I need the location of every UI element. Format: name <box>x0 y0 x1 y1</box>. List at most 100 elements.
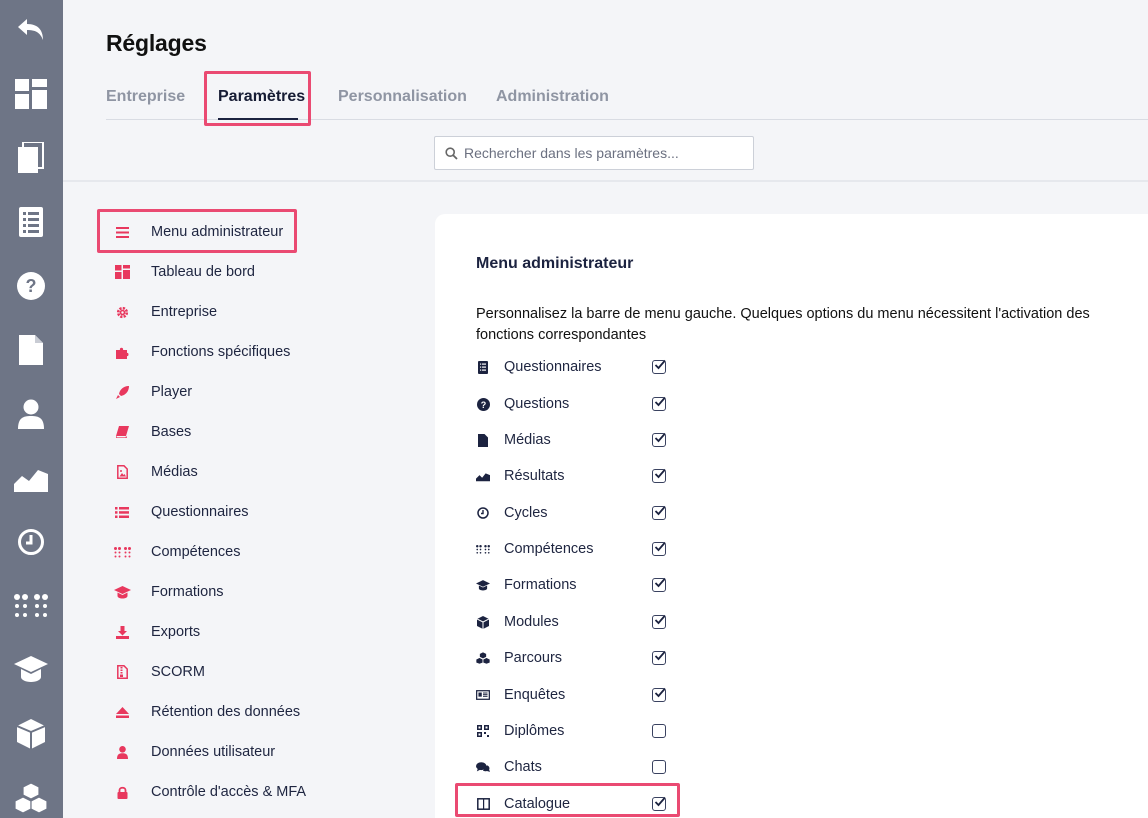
cube-icon[interactable] <box>12 715 50 753</box>
gear-icon <box>111 306 133 319</box>
search-input[interactable] <box>461 145 741 161</box>
option-label: Parcours <box>504 650 563 666</box>
image-file-icon <box>111 465 133 479</box>
dots-grid-icon[interactable] <box>12 587 50 625</box>
page-title: Réglages <box>106 30 207 56</box>
cube-icon <box>476 615 490 629</box>
option-diplomes: Diplômes <box>476 719 671 743</box>
graduation-cap-icon <box>476 579 490 592</box>
lock-icon <box>111 786 133 799</box>
file-icon <box>476 433 490 447</box>
option-label: Cycles <box>504 505 548 521</box>
book-icon <box>111 426 133 438</box>
comments-icon <box>476 761 490 773</box>
list-icon <box>476 360 490 374</box>
list-icon <box>111 506 133 518</box>
active-tab-indicator <box>218 118 298 120</box>
option-checkbox[interactable] <box>652 614 666 629</box>
tab-administration[interactable]: Administration <box>496 88 609 106</box>
panel-description: Personnalisez la barre de menu gauche. Q… <box>476 306 1090 343</box>
sidebar-item-formations[interactable]: Formations <box>111 577 224 607</box>
option-checkbox[interactable] <box>652 724 666 738</box>
sidebar-item-exports[interactable]: Exports <box>111 617 200 647</box>
sidebar-item-label: Rétention des données <box>151 704 301 720</box>
cubes-icon[interactable] <box>12 779 50 817</box>
chart-icon <box>476 470 490 482</box>
list-icon[interactable] <box>12 203 50 241</box>
user-icon[interactable] <box>12 395 50 433</box>
sidebar-item-questionnaires[interactable]: Questionnaires <box>111 497 249 527</box>
option-checkbox[interactable] <box>652 760 666 774</box>
tab-parametres[interactable]: Paramètres <box>218 88 305 106</box>
sidebar-item-medias[interactable]: Médias <box>111 457 198 487</box>
option-questions: ? Questions <box>476 392 671 416</box>
dashboard-icon[interactable] <box>12 75 50 113</box>
option-label: Enquêtes <box>504 687 566 703</box>
option-checkbox[interactable] <box>652 505 666 520</box>
chart-icon[interactable] <box>12 459 50 497</box>
option-label: Diplômes <box>504 723 565 739</box>
option-competences: Compétences <box>476 537 671 561</box>
undo-icon[interactable] <box>12 11 50 49</box>
help-icon: ? <box>476 397 490 411</box>
option-checkbox[interactable] <box>652 687 666 702</box>
help-icon[interactable]: ? <box>12 267 50 305</box>
option-label: Modules <box>504 614 559 630</box>
option-checkbox[interactable] <box>652 432 666 447</box>
option-checkbox[interactable] <box>652 468 666 483</box>
cubes-icon <box>476 651 490 665</box>
sidebar-item-label: Formations <box>151 584 224 600</box>
sidebar-item-label: Questionnaires <box>151 504 249 520</box>
sidebar-item-scorm[interactable]: SCORM <box>111 657 205 687</box>
dots-grid-icon <box>476 544 490 555</box>
sidebar-item-competences[interactable]: Compétences <box>111 537 240 567</box>
tab-personnalisation[interactable]: Personnalisation <box>338 88 467 106</box>
option-checkbox[interactable] <box>652 650 666 665</box>
sidebar-item-bases[interactable]: Bases <box>111 417 191 447</box>
sidebar-item-controle-acces-mfa[interactable]: Contrôle d'accès & MFA <box>111 777 306 807</box>
option-chats: Chats <box>476 755 671 779</box>
option-checkbox[interactable] <box>652 796 666 811</box>
search-icon <box>435 146 461 160</box>
graduation-cap-icon[interactable] <box>12 651 50 689</box>
graduation-cap-icon <box>111 585 133 599</box>
sidebar-item-donnees-utilisateur[interactable]: Données utilisateur <box>111 737 275 767</box>
option-modules: Modules <box>476 610 671 634</box>
clock-icon[interactable] <box>12 523 50 561</box>
eject-icon <box>111 706 133 718</box>
search-field[interactable] <box>434 136 754 170</box>
sidebar-item-label: Compétences <box>151 544 241 560</box>
app-rail: ? <box>0 0 63 818</box>
option-medias: Médias <box>476 428 671 452</box>
sidebar-item-fonctions-specifiques[interactable]: Fonctions spécifiques <box>111 337 290 367</box>
tab-entreprise[interactable]: Entreprise <box>106 88 185 106</box>
sidebar-item-retention-des-donnees[interactable]: Rétention des données <box>111 697 300 727</box>
sidebar-item-menu-administrateur[interactable]: Menu administrateur <box>111 217 283 247</box>
sidebar-item-entreprise[interactable]: Entreprise <box>111 297 217 327</box>
sidebar-item-label: Contrôle d'accès & MFA <box>151 784 307 800</box>
option-checkbox[interactable] <box>652 577 666 592</box>
option-label: Résultats <box>504 468 565 484</box>
file-icon[interactable] <box>12 331 50 369</box>
user-icon <box>111 745 133 759</box>
header-divider <box>63 180 1148 182</box>
sidebar-item-label: Médias <box>151 464 198 480</box>
sidebar-item-tableau-de-bord[interactable]: Tableau de bord <box>111 257 255 287</box>
option-label: Chats <box>504 759 542 775</box>
sidebar-item-label: SCORM <box>151 664 205 680</box>
option-checkbox[interactable] <box>652 359 666 374</box>
clock-icon <box>476 507 490 519</box>
bars-icon <box>111 226 133 238</box>
settings-tabs: Entreprise Paramètres Personnalisation A… <box>106 76 1148 120</box>
svg-text:?: ? <box>480 400 486 410</box>
panel-title: Menu administrateur <box>476 255 634 272</box>
option-label: Compétences <box>504 541 594 557</box>
option-checkbox[interactable] <box>652 396 666 411</box>
sidebar-item-label: Fonctions spécifiques <box>151 344 291 360</box>
copy-icon[interactable] <box>12 139 50 177</box>
sidebar-item-player[interactable]: Player <box>111 377 192 407</box>
option-resultats: Résultats <box>476 464 671 488</box>
dots-grid-icon <box>111 546 133 558</box>
option-checkbox[interactable] <box>652 541 666 556</box>
dashboard-icon <box>111 265 133 279</box>
